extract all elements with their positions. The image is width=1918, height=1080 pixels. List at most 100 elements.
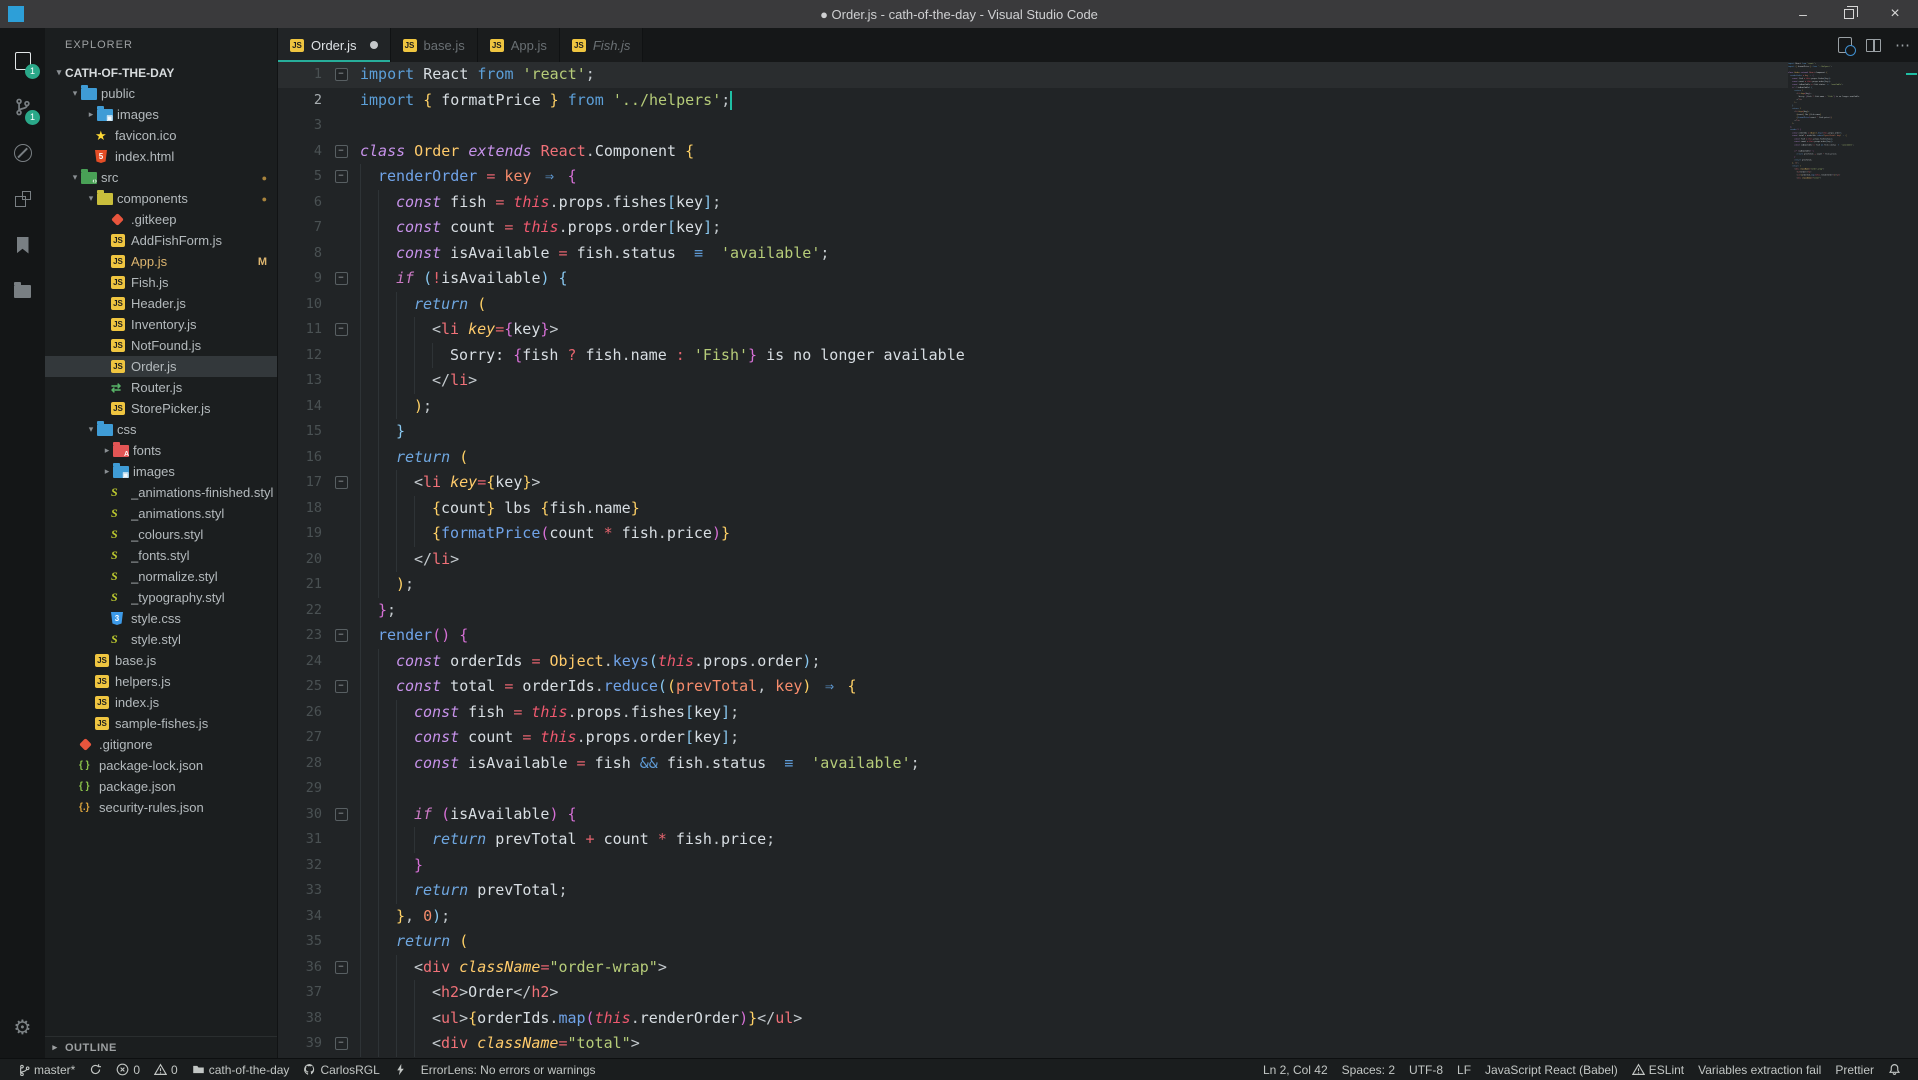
tree-item-style-css[interactable]: 3 style.css: [45, 608, 277, 629]
line-number[interactable]: 12: [278, 343, 322, 369]
vscode-logo-icon[interactable]: [8, 6, 24, 22]
tree-item--colours-styl[interactable]: S _colours.styl: [45, 524, 277, 545]
tree-root-cath-of-the-day[interactable]: ▾ CATH-OF-THE-DAY: [45, 62, 277, 83]
line-number[interactable]: 26: [278, 700, 322, 726]
line-number[interactable]: 31: [278, 827, 322, 853]
tree-item--gitignore[interactable]: .gitignore: [45, 734, 277, 755]
line-number[interactable]: 24: [278, 649, 322, 675]
line-number[interactable]: 28: [278, 751, 322, 777]
tree-item-router-js[interactable]: ⇄ Router.js: [45, 377, 277, 398]
minimap[interactable]: import React from 'react'; import { forma…: [1788, 62, 1905, 1058]
fold-icon[interactable]: −: [334, 323, 348, 337]
bookmarks-icon[interactable]: [0, 222, 45, 268]
tree-item-app-js[interactable]: JS App.js M: [45, 251, 277, 272]
line-number[interactable]: 16: [278, 445, 322, 471]
line-number[interactable]: 18: [278, 496, 322, 522]
tree-item-inventory-js[interactable]: JS Inventory.js: [45, 314, 277, 335]
tree-item-base-js[interactable]: JS base.js: [45, 650, 277, 671]
line-number[interactable]: 17: [278, 470, 322, 496]
tree-item-security-rules-json[interactable]: {.} security-rules.json: [45, 797, 277, 818]
tree-item-notfound-js[interactable]: JS NotFound.js: [45, 335, 277, 356]
tree-item-public[interactable]: ▾ public: [45, 83, 277, 104]
line-number[interactable]: 3: [278, 113, 322, 139]
line-number[interactable]: 1: [278, 62, 322, 88]
open-changes-icon[interactable]: [1838, 37, 1856, 56]
fold-icon[interactable]: −: [334, 170, 348, 184]
fold-icon[interactable]: −: [334, 1037, 348, 1051]
tree-item-style-styl[interactable]: Sstyle.styl: [45, 629, 277, 650]
line-number[interactable]: 38: [278, 1006, 322, 1032]
line-number[interactable]: 33: [278, 878, 322, 904]
tree-item-order-js[interactable]: JS Order.js: [45, 356, 277, 377]
tab-fish-js[interactable]: JS Fish.js: [559, 28, 644, 62]
status-carlosrgl[interactable]: CarlosRGL: [296, 1059, 386, 1080]
line-number[interactable]: 14: [278, 394, 322, 420]
more-actions-icon[interactable]: ⋯: [1895, 36, 1910, 54]
line-number[interactable]: 2: [278, 88, 322, 114]
tree-item-favicon-ico[interactable]: ★ favicon.ico: [45, 125, 277, 146]
fold-icon[interactable]: −: [334, 960, 348, 974]
status-errorlens-no-errors-or-warni[interactable]: ErrorLens: No errors or warnings: [414, 1059, 603, 1080]
fold-icon[interactable]: −: [334, 680, 348, 694]
line-number[interactable]: 13: [278, 368, 322, 394]
tree-item-package-lock-json[interactable]: { } package-lock.json: [45, 755, 277, 776]
line-number[interactable]: 30: [278, 802, 322, 828]
status-bolt[interactable]: [387, 1059, 414, 1080]
fold-icon[interactable]: −: [334, 476, 348, 490]
status-eslint[interactable]: ESLint: [1625, 1059, 1691, 1080]
status-cath-of-the-day[interactable]: cath-of-the-day: [185, 1059, 297, 1080]
line-number[interactable]: 25: [278, 674, 322, 700]
fold-icon[interactable]: −: [334, 144, 348, 158]
line-number[interactable]: 37: [278, 980, 322, 1006]
line-number[interactable]: 6: [278, 190, 322, 216]
status-0[interactable]: 0: [147, 1059, 185, 1080]
tree-item-addfishform-js[interactable]: JS AddFishForm.js: [45, 230, 277, 251]
status-0[interactable]: 0: [109, 1059, 147, 1080]
status-javascript-react-babel-[interactable]: JavaScript React (Babel): [1478, 1059, 1625, 1080]
tab-base-js[interactable]: JS base.js: [390, 28, 478, 62]
line-number[interactable]: 23: [278, 623, 322, 649]
outline-section[interactable]: ▸ OUTLINE: [45, 1036, 277, 1058]
modified-dot-icon[interactable]: [369, 41, 378, 49]
status-lf[interactable]: LF: [1450, 1059, 1478, 1080]
tree-item--normalize-styl[interactable]: S _normalize.styl: [45, 566, 277, 587]
line-number[interactable]: 11: [278, 317, 322, 343]
line-number[interactable]: 36: [278, 955, 322, 981]
status-prettier[interactable]: Prettier: [1828, 1059, 1881, 1080]
line-number[interactable]: 10: [278, 292, 322, 318]
tree-item-package-json[interactable]: { } package.json: [45, 776, 277, 797]
tree-item-src[interactable]: ▾ ‹› src ●: [45, 167, 277, 188]
minimize-icon[interactable]: –: [1780, 0, 1826, 28]
tree-item--typography-styl[interactable]: S _typography.styl: [45, 587, 277, 608]
tree-item-index-html[interactable]: 5 index.html: [45, 146, 277, 167]
tree-item-index-js[interactable]: JS index.js: [45, 692, 277, 713]
line-number[interactable]: 27: [278, 725, 322, 751]
settings-gear-icon[interactable]: ⚙: [0, 1004, 45, 1050]
line-number[interactable]: 15: [278, 419, 322, 445]
tree-item--fonts-styl[interactable]: S _fonts.styl: [45, 545, 277, 566]
line-number[interactable]: 7: [278, 215, 322, 241]
debug-disabled-icon[interactable]: [0, 130, 45, 176]
status-master-[interactable]: master*: [10, 1059, 82, 1080]
tree-item-storepicker-js[interactable]: JS StorePicker.js: [45, 398, 277, 419]
status-bell[interactable]: [1881, 1059, 1908, 1080]
line-number[interactable]: 5: [278, 164, 322, 190]
tree-item-images[interactable]: ▸ ▣ images: [45, 461, 277, 482]
tree-item-helpers-js[interactable]: JS helpers.js: [45, 671, 277, 692]
tree-item-components[interactable]: ▾ components ●: [45, 188, 277, 209]
close-icon[interactable]: ×: [1872, 0, 1918, 28]
status-utf-8[interactable]: UTF-8: [1402, 1059, 1450, 1080]
tree-item--gitkeep[interactable]: .gitkeep: [45, 209, 277, 230]
line-number[interactable]: 19: [278, 521, 322, 547]
tree-item-images[interactable]: ▸ ▣ images: [45, 104, 277, 125]
explorer-icon[interactable]: 1: [0, 38, 45, 84]
tree-item-fish-js[interactable]: JS Fish.js: [45, 272, 277, 293]
line-number[interactable]: 32: [278, 853, 322, 879]
status-spaces-2[interactable]: Spaces: 2: [1335, 1059, 1402, 1080]
line-number[interactable]: 8: [278, 241, 322, 267]
folders-icon[interactable]: [0, 268, 45, 314]
line-number[interactable]: 22: [278, 598, 322, 624]
line-number[interactable]: 34: [278, 904, 322, 930]
tab-app-js[interactable]: JS App.js: [477, 28, 560, 62]
tree-item-sample-fishes-js[interactable]: JS sample-fishes.js: [45, 713, 277, 734]
